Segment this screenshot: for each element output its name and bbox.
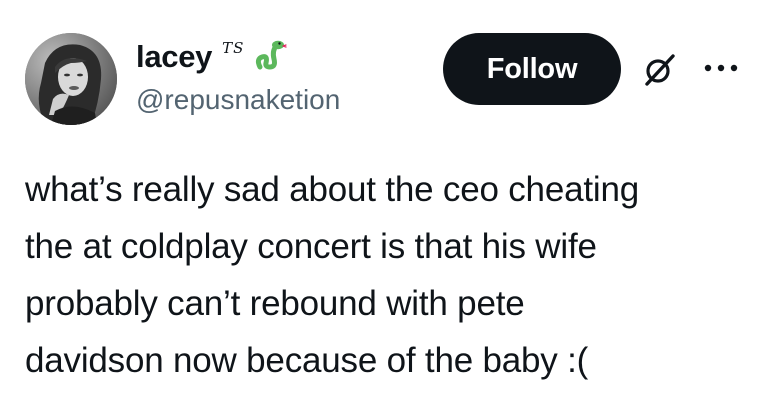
follow-button[interactable]: Follow: [443, 33, 621, 105]
tweet-card: lacey TS @repusnaketion Follow what’s re…: [0, 0, 769, 400]
user-handle[interactable]: @repusnaketion: [136, 84, 340, 116]
avatar[interactable]: [25, 33, 117, 125]
grok-icon[interactable]: [639, 50, 679, 90]
tweet-text-line: the at coldplay concert is that his wife: [25, 227, 597, 266]
display-name[interactable]: lacey: [136, 39, 212, 75]
snake-icon: [252, 37, 288, 73]
tweet-text-line: davidson now because of the baby :(: [25, 341, 589, 380]
tweet-text: what’s really sad about the ceo cheating…: [25, 161, 765, 389]
tweet-text-line: probably can’t rebound with pete: [25, 284, 525, 323]
name-mark: TS: [222, 39, 245, 57]
avatar-photo: [25, 33, 117, 125]
tweet-text-line: what’s really sad about the ceo cheating: [25, 170, 639, 209]
more-options-icon[interactable]: [700, 58, 742, 78]
author-name-row[interactable]: lacey TS: [136, 37, 288, 75]
